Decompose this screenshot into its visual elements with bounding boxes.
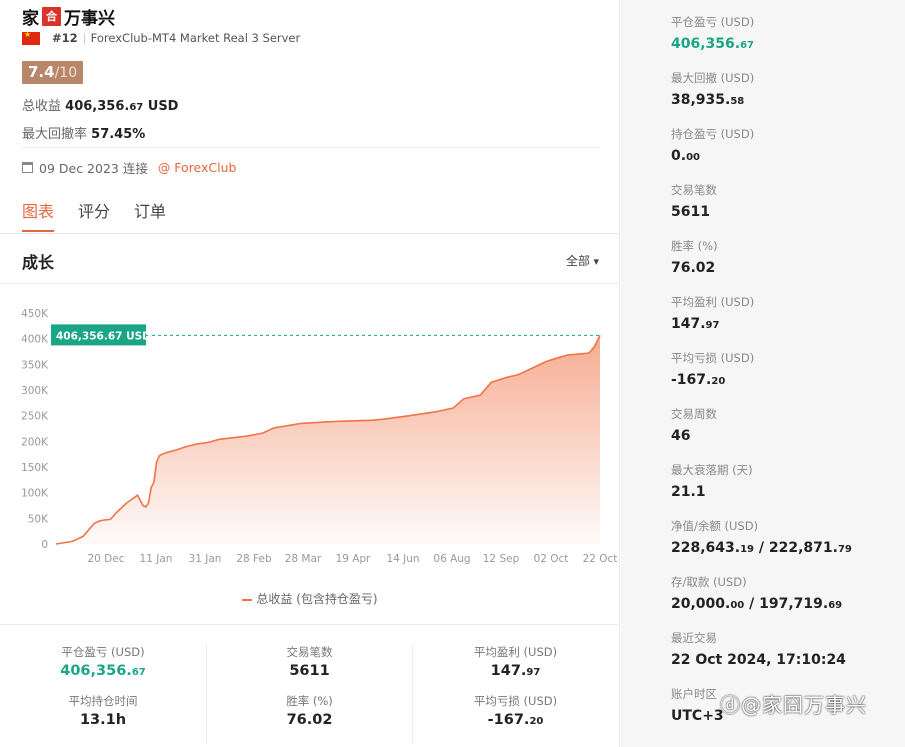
server-name: ForexClub-MT4 Market Real 3 Server xyxy=(90,31,301,45)
tab-chart[interactable]: 图表 xyxy=(22,198,55,232)
title-prefix: 家 xyxy=(22,9,39,29)
legend-swatch xyxy=(242,598,253,601)
max-drawdown: 最大回撤率 57.45% xyxy=(22,123,145,142)
x-tick-label: 28 Feb xyxy=(236,553,272,565)
divider xyxy=(0,283,620,284)
y-tick-label: 400K xyxy=(21,334,49,346)
main-panel: 家 合 万事兴 #12 ForexClub-MT4 Market Real 3 … xyxy=(0,0,620,747)
sidebar-item: 交易周数 46 xyxy=(671,407,717,444)
stat-item: 胜率 (%) 76.02 xyxy=(207,693,412,728)
y-tick-label: 300K xyxy=(21,385,49,397)
y-tick-label: 450K xyxy=(21,308,49,320)
divider xyxy=(22,147,600,148)
chart-legend: 总收益 (包含持仓盈亏) xyxy=(0,590,620,607)
tab-bar: 图表 评分 订单 xyxy=(22,198,166,232)
stat-label: 交易笔数 xyxy=(286,645,333,659)
stat-label: 平均亏损 (USD) xyxy=(473,694,558,708)
x-tick-label: 11 Jan xyxy=(140,553,173,565)
sidebar-item: 存/取款 (USD) 20,000.00 / 197,719.69 xyxy=(671,575,843,612)
stat-column: 平均盈利 (USD) 147.97 平均亏损 (USD) -167.20 xyxy=(412,644,618,744)
y-tick-label: 150K xyxy=(21,462,49,474)
drawdown-value: 57.45% xyxy=(91,127,146,142)
y-tick-label: 0 xyxy=(41,539,48,551)
sidebar-item: 交易笔数 5611 xyxy=(671,183,717,220)
total-profit: 总收益 406,356.67 USD xyxy=(22,95,178,114)
total-profit-int: 406,356. xyxy=(65,99,130,114)
sidebar-item: 平均亏损 (USD) -167.20 xyxy=(671,351,755,388)
sidebar-stats: 平仓盈亏 (USD) 406,356.67 最大回撤 (USD) 38,935.… xyxy=(621,0,905,747)
y-tick-label: 100K xyxy=(21,488,49,500)
y-tick-label: 50K xyxy=(28,513,49,525)
sidebar-item: 最大衰落期 (天) 21.1 xyxy=(671,463,753,500)
stat-label: 平仓盈亏 (USD) xyxy=(61,645,145,659)
stat-label: 平均盈利 (USD) xyxy=(473,645,558,659)
x-tick-label: 06 Aug xyxy=(433,553,470,565)
stat-value: 5611 xyxy=(289,663,330,679)
stat-value: 406,356.67 xyxy=(60,663,146,679)
stat-column: 交易笔数 5611 胜率 (%) 76.02 xyxy=(206,644,412,744)
connection-info: 09 Dec 2023 连接 @ ForexClub xyxy=(22,158,236,177)
range-dropdown[interactable]: 全部 xyxy=(566,252,599,269)
divider xyxy=(0,233,620,234)
chart-area xyxy=(56,335,600,544)
score-max: /10 xyxy=(54,65,78,81)
sidebar-item: 账户时区 UTC+3 xyxy=(671,687,724,724)
stat-label: 胜率 (%) xyxy=(286,694,333,708)
tab-rating[interactable]: 评分 xyxy=(78,198,110,232)
marker-label: 406,356.67 USD xyxy=(56,330,151,342)
stat-column: 平仓盈亏 (USD) 406,356.67 平均持仓时间 13.1h xyxy=(0,644,206,728)
sidebar-item: 平均盈利 (USD) 147.97 xyxy=(671,295,755,332)
stat-item: 平均亏损 (USD) -167.20 xyxy=(413,693,618,728)
drawdown-label: 最大回撤率 xyxy=(22,127,88,142)
stat-item: 平仓盈亏 (USD) 406,356.67 xyxy=(0,644,206,679)
y-tick-label: 250K xyxy=(21,411,49,423)
bottom-stats: 平仓盈亏 (USD) 406,356.67 平均持仓时间 13.1h 交易笔数 … xyxy=(0,644,620,744)
divider xyxy=(83,32,85,44)
stat-item: 平均持仓时间 13.1h xyxy=(0,693,206,728)
broker-link[interactable]: @ ForexClub xyxy=(158,160,237,175)
total-profit-dec: 67 xyxy=(129,102,144,113)
connected-date: 09 Dec 2023 连接 xyxy=(39,161,148,176)
title-suffix: 万事兴 xyxy=(64,9,115,29)
stat-value: -167.20 xyxy=(487,712,544,728)
x-tick-label: 28 Mar xyxy=(285,553,322,565)
x-tick-label: 22 Oct xyxy=(583,553,618,565)
stat-item: 交易笔数 5611 xyxy=(207,644,412,679)
total-profit-unit: USD xyxy=(143,99,179,114)
score-badge: 7.4/10 xyxy=(22,61,84,84)
stat-value: 13.1h xyxy=(79,712,127,728)
stat-value: 147.97 xyxy=(490,663,541,679)
sidebar-item: 胜率 (%) 76.02 xyxy=(671,239,718,276)
sidebar-item: 最大回撤 (USD) 38,935.58 xyxy=(671,71,755,108)
score-value: 7.4 xyxy=(28,63,55,81)
stat-value: 76.02 xyxy=(286,712,333,728)
watermark: ⓓ@家囧万事兴 xyxy=(720,693,867,717)
x-tick-label: 12 Sep xyxy=(483,553,520,565)
growth-chart: 0 50K 100K 150K 200K 250K 300K 350K 400K 450K 20 … xyxy=(21,308,618,565)
chart-title: 成长 xyxy=(22,253,55,272)
china-flag-icon xyxy=(22,30,40,45)
page-title: 家 合 万事兴 xyxy=(22,4,115,29)
x-tick-label: 02 Oct xyxy=(534,553,569,565)
total-profit-label: 总收益 xyxy=(22,99,62,114)
x-tick-label: 19 Apr xyxy=(336,553,372,565)
legend-label: 总收益 (包含持仓盈亏) xyxy=(256,592,378,606)
x-tick-label: 31 Jan xyxy=(189,553,222,565)
x-tick-label: 20 Dec xyxy=(87,553,124,565)
sidebar-item: 最近交易 22 Oct 2024, 17:10:24 xyxy=(671,631,846,668)
server-row: #12 ForexClub-MT4 Market Real 3 Server xyxy=(22,30,301,45)
stat-item: 平均盈利 (USD) 147.97 xyxy=(413,644,618,679)
calendar-icon xyxy=(22,162,33,173)
title-badge: 合 xyxy=(42,7,61,26)
sidebar-item: 持仓盈亏 (USD) 0.00 xyxy=(671,127,755,164)
divider xyxy=(0,624,620,625)
x-tick-label: 14 Jun xyxy=(386,553,419,565)
rank: #12 xyxy=(52,31,78,45)
sidebar-item: 净值/余额 (USD) 228,643.19 / 222,871.79 xyxy=(671,519,852,556)
y-tick-label: 350K xyxy=(21,359,49,371)
sidebar-item: 平仓盈亏 (USD) 406,356.67 xyxy=(671,15,755,52)
y-tick-label: 200K xyxy=(21,436,49,448)
tab-orders[interactable]: 订单 xyxy=(134,198,166,232)
stat-label: 平均持仓时间 xyxy=(68,694,138,708)
